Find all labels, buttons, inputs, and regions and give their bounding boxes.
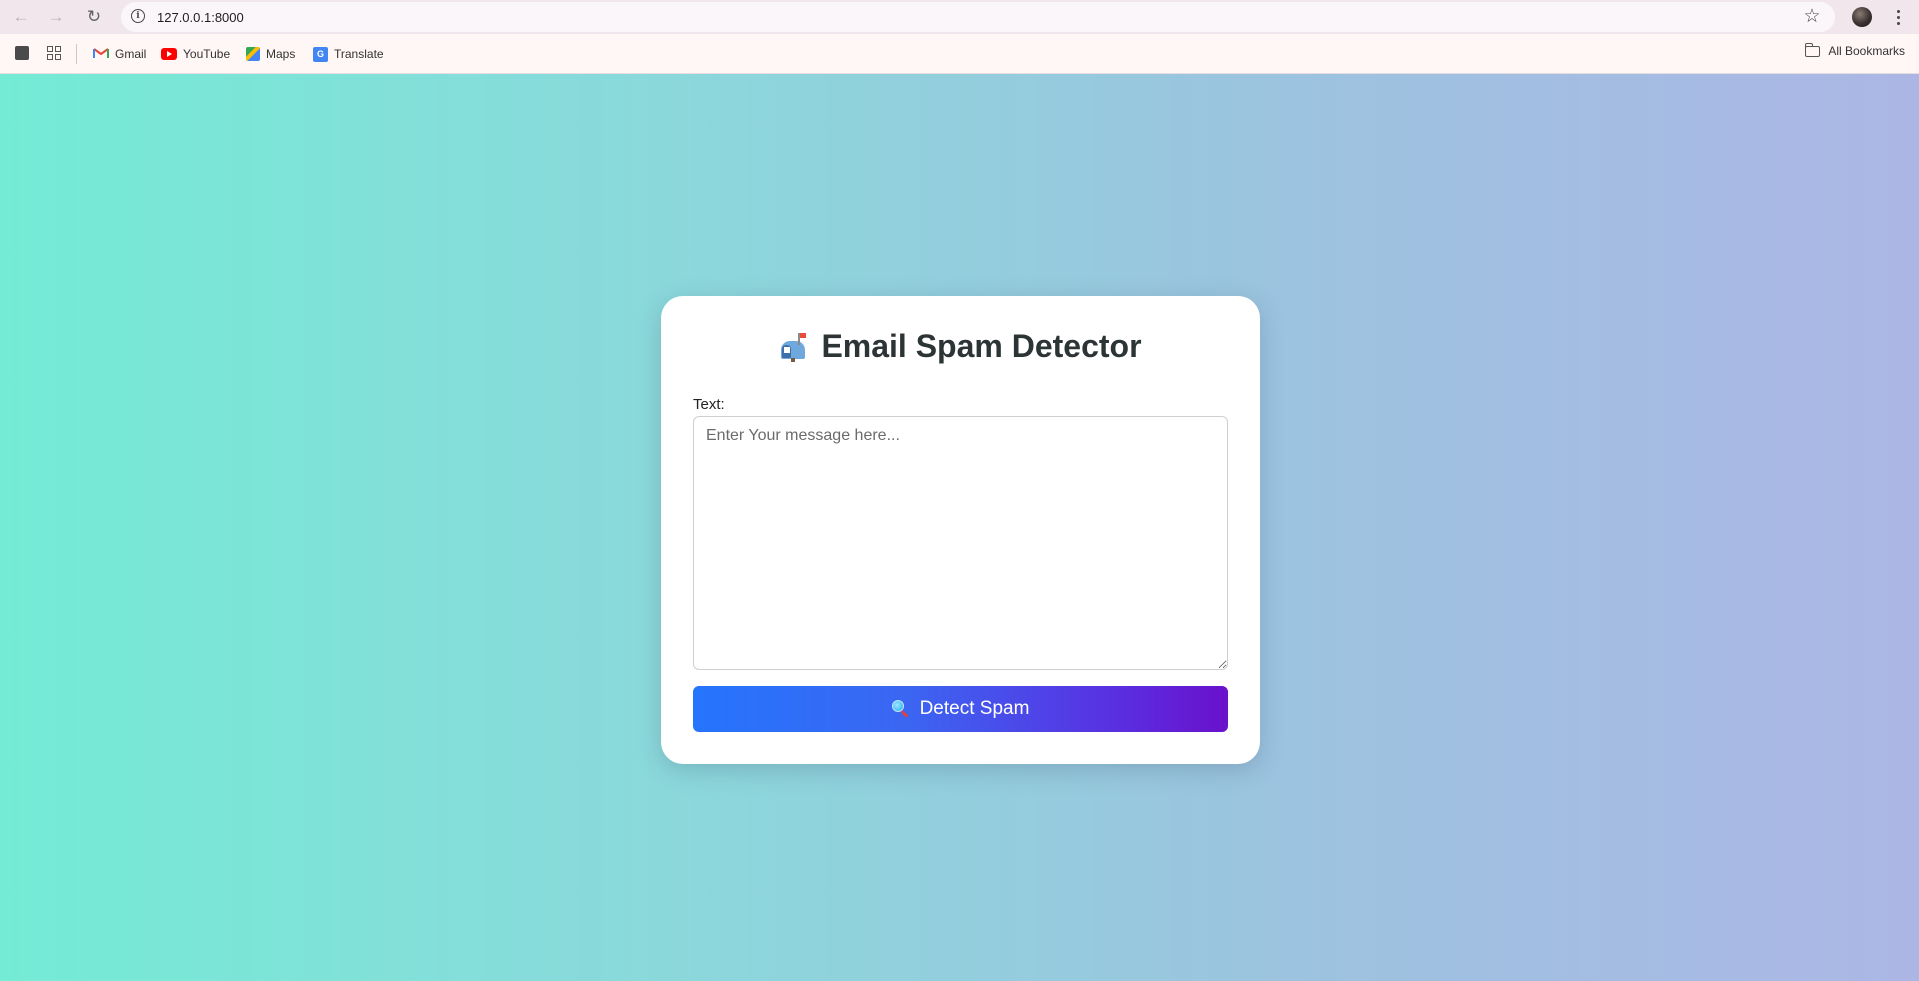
bookmark-label: Translate: [334, 47, 384, 61]
gmail-icon: [93, 47, 109, 61]
browser-menu-icon[interactable]: [1888, 5, 1908, 29]
reload-icon[interactable]: ↻: [82, 5, 106, 29]
detect-spam-button[interactable]: Detect Spam: [693, 686, 1228, 732]
address-url[interactable]: 127.0.0.1:8000: [157, 10, 244, 25]
back-icon[interactable]: ←: [9, 5, 33, 29]
address-bar[interactable]: i 127.0.0.1:8000: [121, 2, 1835, 32]
bookmark-label: Maps: [266, 47, 296, 61]
site-info-icon[interactable]: i: [131, 9, 145, 23]
bookmark-label: YouTube: [183, 47, 231, 61]
translate-icon: G: [313, 46, 328, 62]
page-background: Email Spam Detector Text: Detect Spam: [0, 74, 1919, 981]
message-textarea[interactable]: [693, 416, 1228, 670]
browser-toolbar: ← → ↻ i 127.0.0.1:8000 ☆: [0, 0, 1919, 34]
text-label: Text:: [693, 396, 725, 413]
maps-icon: [246, 47, 260, 61]
bookmark-youtube[interactable]: YouTube: [161, 44, 230, 64]
detect-spam-label: Detect Spam: [919, 698, 1030, 719]
youtube-icon: [161, 48, 177, 60]
bookmarks-divider: [76, 44, 77, 64]
bookmark-maps[interactable]: Maps: [246, 44, 295, 64]
bookmark-label: Gmail: [115, 47, 147, 61]
title-text: Email Spam Detector: [821, 328, 1142, 364]
spam-detector-card: Email Spam Detector Text: Detect Spam: [661, 296, 1260, 764]
bookmarks-bar: Gmail YouTube Maps G Translate All Bookm…: [0, 34, 1919, 74]
bookmark-translate[interactable]: G Translate: [313, 44, 384, 64]
mailbox-icon: [779, 332, 807, 362]
magnifier-icon: [891, 700, 910, 718]
bookmark-gmail[interactable]: Gmail: [93, 44, 146, 64]
folder-icon: [1804, 42, 1821, 57]
all-bookmarks-button[interactable]: All Bookmarks: [1804, 42, 1905, 58]
profile-avatar[interactable]: [1852, 7, 1872, 27]
all-bookmarks-label: All Bookmarks: [1828, 44, 1905, 58]
bookmark-star-icon[interactable]: ☆: [1799, 5, 1825, 29]
forward-icon[interactable]: →: [44, 5, 68, 29]
apps-grid-icon[interactable]: [47, 46, 61, 60]
page-title: Email Spam Detector: [661, 328, 1260, 365]
tab-search-icon[interactable]: [15, 46, 29, 60]
